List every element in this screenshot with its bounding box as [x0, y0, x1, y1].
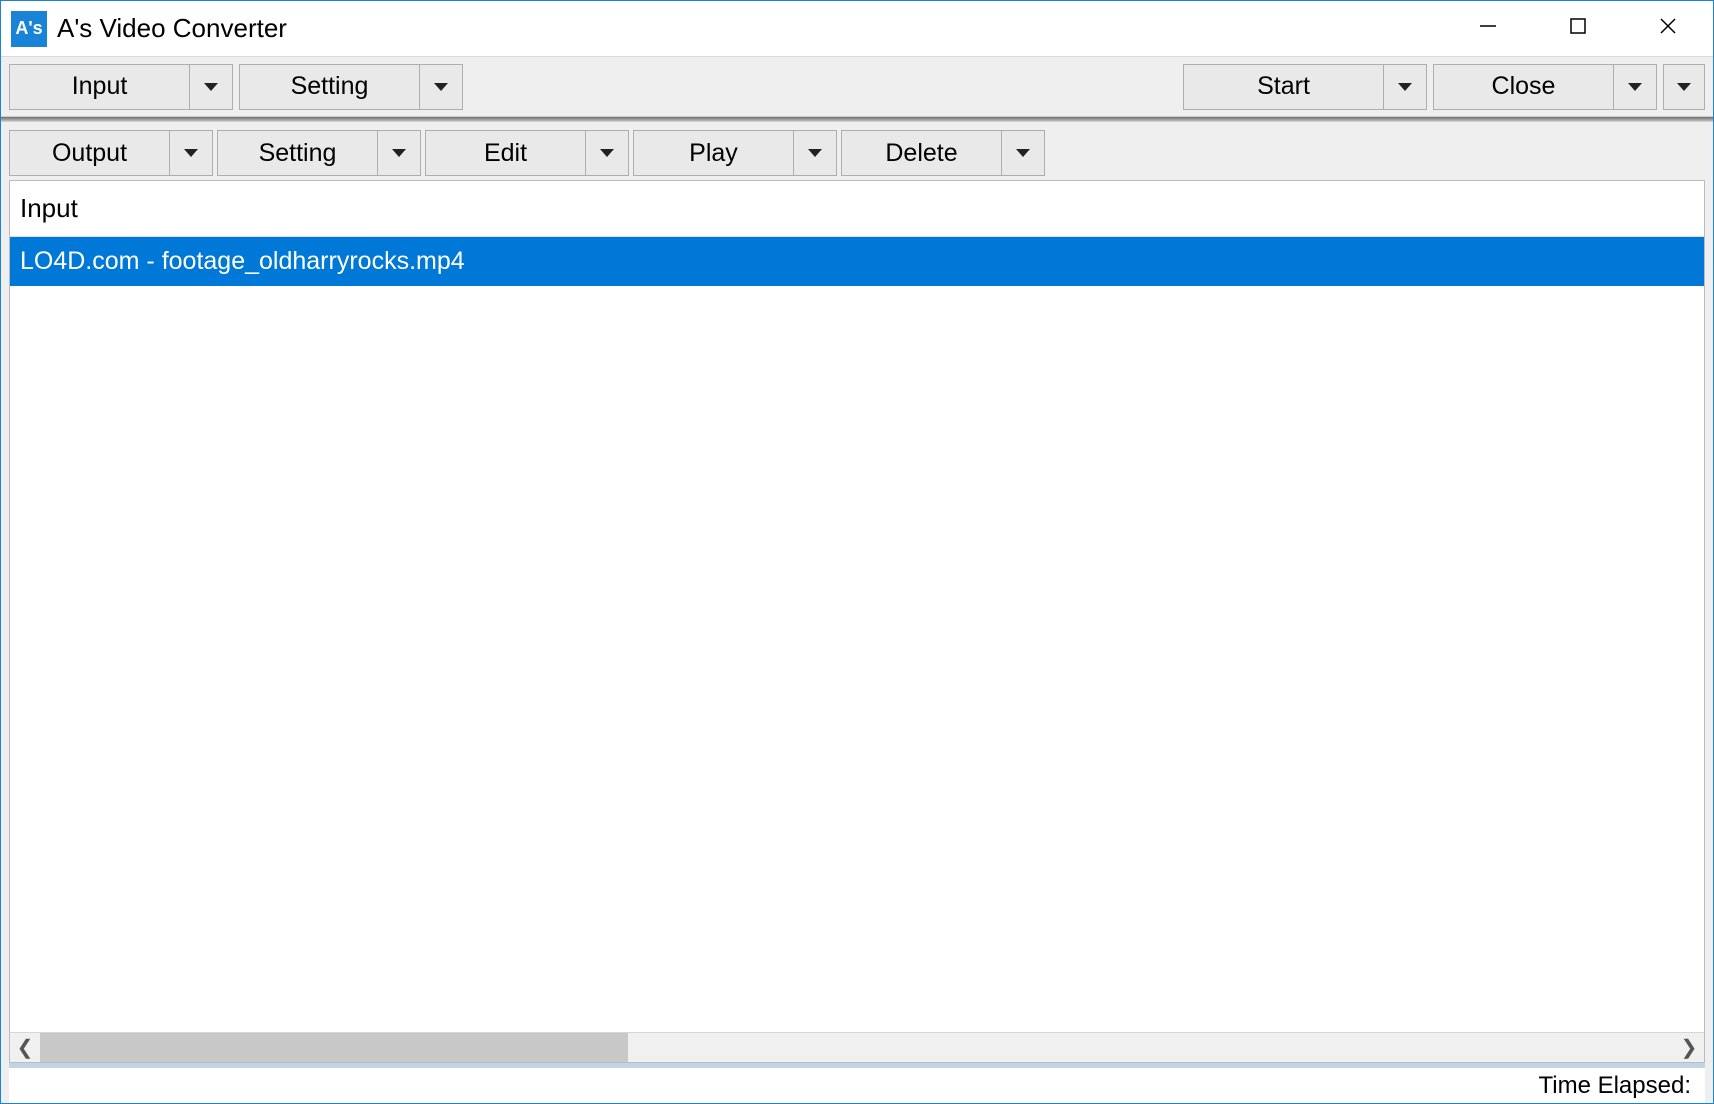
input-button-label: Input — [10, 65, 190, 109]
start-dropdown[interactable] — [1384, 65, 1426, 109]
scroll-thumb[interactable] — [40, 1033, 628, 1062]
time-elapsed-label: Time Elapsed: — [1538, 1072, 1691, 1100]
setting2-dropdown[interactable] — [378, 131, 420, 175]
chevron-down-icon — [204, 83, 218, 91]
close-button-label: Close — [1434, 65, 1614, 109]
chevron-down-icon — [808, 149, 822, 157]
maximize-button[interactable] — [1533, 1, 1623, 56]
list-column-header[interactable]: Input — [10, 181, 1704, 237]
output-button-label: Output — [10, 131, 170, 175]
content-area: Output Setting Edit Play Delete Input — [1, 121, 1713, 1103]
titlebar: A's A's Video Converter — [1, 1, 1713, 57]
edit-dropdown[interactable] — [586, 131, 628, 175]
window-controls — [1443, 1, 1713, 56]
edit-button[interactable]: Edit — [425, 130, 629, 176]
play-dropdown[interactable] — [794, 131, 836, 175]
chevron-left-icon: ❮ — [17, 1035, 34, 1060]
edit-button-label: Edit — [426, 131, 586, 175]
delete-button-label: Delete — [842, 131, 1002, 175]
setting-button-label: Setting — [240, 65, 420, 109]
setting2-button[interactable]: Setting — [217, 130, 421, 176]
scroll-left-button[interactable]: ❮ — [10, 1033, 40, 1062]
chevron-down-icon — [1628, 83, 1642, 91]
chevron-down-icon — [600, 149, 614, 157]
status-bar: Time Elapsed: — [9, 1067, 1705, 1103]
chevron-down-icon — [434, 83, 448, 91]
close-button[interactable]: Close — [1433, 64, 1657, 110]
secondary-toolbar: Output Setting Edit Play Delete — [9, 130, 1705, 176]
app-icon: A's — [11, 11, 47, 47]
list-item[interactable]: LO4D.com - footage_oldharryrocks.mp4 — [10, 237, 1704, 286]
chevron-down-icon — [184, 149, 198, 157]
window-title: A's Video Converter — [57, 13, 287, 44]
chevron-down-icon — [1016, 149, 1030, 157]
input-dropdown[interactable] — [190, 65, 232, 109]
close-window-button[interactable] — [1623, 1, 1713, 56]
minimize-button[interactable] — [1443, 1, 1533, 56]
play-button-label: Play — [634, 131, 794, 175]
chevron-down-icon — [392, 149, 406, 157]
chevron-right-icon: ❯ — [1681, 1035, 1698, 1060]
start-button[interactable]: Start — [1183, 64, 1427, 110]
delete-button[interactable]: Delete — [841, 130, 1045, 176]
scroll-right-button[interactable]: ❯ — [1674, 1033, 1704, 1062]
list-body[interactable]: LO4D.com - footage_oldharryrocks.mp4 — [10, 237, 1704, 1032]
chevron-down-icon — [1398, 83, 1412, 91]
maximize-icon — [1569, 17, 1587, 41]
minimize-icon — [1479, 17, 1497, 41]
chevron-down-icon — [1677, 83, 1691, 91]
output-button[interactable]: Output — [9, 130, 213, 176]
close-dropdown[interactable] — [1614, 65, 1656, 109]
close-icon — [1659, 17, 1677, 41]
input-button[interactable]: Input — [9, 64, 233, 110]
delete-dropdown[interactable] — [1002, 131, 1044, 175]
app-window: A's A's Video Converter Input — [0, 0, 1714, 1104]
play-button[interactable]: Play — [633, 130, 837, 176]
setting-dropdown[interactable] — [420, 65, 462, 109]
start-button-label: Start — [1184, 65, 1384, 109]
top-toolbar: Input Setting Start Close — [1, 57, 1713, 117]
file-list-panel: Input LO4D.com - footage_oldharryrocks.m… — [9, 180, 1705, 1063]
setting2-button-label: Setting — [218, 131, 378, 175]
horizontal-scrollbar[interactable]: ❮ ❯ — [10, 1032, 1704, 1062]
extra-dropdown[interactable] — [1663, 64, 1705, 110]
setting-button[interactable]: Setting — [239, 64, 463, 110]
scroll-track[interactable] — [40, 1033, 1674, 1062]
output-dropdown[interactable] — [170, 131, 212, 175]
